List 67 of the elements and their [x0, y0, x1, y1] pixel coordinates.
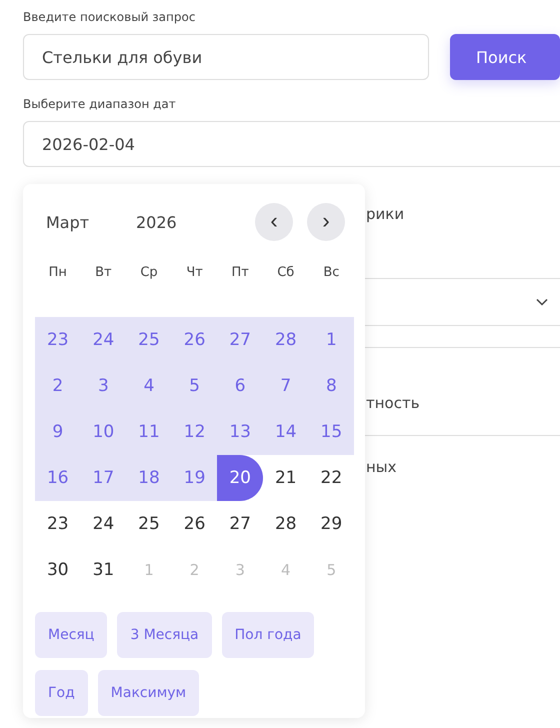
calendar-day[interactable]: 8 [308, 363, 354, 409]
weekday-label: Чт [185, 265, 204, 280]
calendar-day[interactable]: 15 [308, 409, 354, 455]
weekday-label: Сб [276, 265, 296, 280]
calendar-day[interactable]: 31 [80, 547, 126, 593]
search-button[interactable]: Поиск [450, 34, 560, 80]
calendar-day[interactable]: 26 [172, 501, 218, 547]
calendar-day[interactable]: 4 [126, 363, 172, 409]
calendar-day[interactable]: 30 [35, 547, 81, 593]
calendar-day[interactable]: 19 [172, 455, 218, 501]
calendar-day[interactable]: 2 [172, 547, 218, 593]
calendar-day[interactable]: 28 [262, 317, 309, 363]
calendar-day[interactable]: 11 [126, 409, 172, 455]
chevron-down-icon [536, 298, 548, 306]
search-field[interactable]: Стельки для обуви [23, 34, 429, 80]
range-preset-button[interactable]: Максимум [98, 670, 200, 716]
calendar-day[interactable]: 5 [308, 547, 354, 593]
weekday-label: Пт [230, 265, 250, 280]
calendar-day[interactable]: 10 [80, 409, 126, 455]
calendar-day[interactable]: 27 [217, 317, 263, 363]
calendar-day[interactable]: 25 [126, 501, 172, 547]
calendar-day[interactable]: 7 [262, 363, 309, 409]
calendar-day[interactable]: 26 [172, 317, 218, 363]
calendar-day[interactable]: 23 [35, 317, 81, 363]
field-label: Выберите диапазон дат [23, 97, 177, 113]
calendar-day[interactable]: 18 [126, 455, 172, 501]
section-label: тность [366, 394, 420, 412]
calendar-day[interactable]: 12 [172, 409, 218, 455]
calendar-day[interactable]: 16 [35, 455, 81, 501]
calendar-day[interactable]: 27 [217, 501, 263, 547]
calendar-day[interactable]: 28 [262, 501, 309, 547]
weekday-label: Пн [48, 265, 68, 280]
year-label[interactable]: 2026 [136, 212, 177, 232]
calendar-day[interactable]: 1 [308, 317, 354, 363]
weekday-label: Вс [322, 265, 340, 280]
range-preset-button[interactable]: 3 Месяца [117, 612, 212, 658]
calendar-day[interactable]: 23 [35, 501, 81, 547]
calendar-day[interactable]: 13 [217, 409, 263, 455]
calendar-day[interactable]: 22 [308, 455, 354, 501]
calendar-day[interactable]: 2 [35, 363, 81, 409]
weekday-label: Ср [139, 265, 159, 280]
weekday-label: Вт [94, 265, 113, 280]
calendar-day[interactable]: 3 [217, 547, 263, 593]
range-preset-button[interactable]: Пол года [222, 612, 314, 658]
field-label: Введите поисковый запрос [23, 10, 196, 26]
month-label[interactable]: Март [46, 212, 136, 232]
calendar-day[interactable]: 9 [35, 409, 81, 455]
calendar-day[interactable]: 14 [262, 409, 309, 455]
section-label: ных [366, 458, 397, 476]
calendar-day[interactable]: 25 [126, 317, 172, 363]
calendar-day[interactable]: 1 [126, 547, 172, 593]
calendar-day[interactable]: 4 [262, 547, 309, 593]
calendar-day[interactable]: 3 [80, 363, 126, 409]
calendar-day[interactable]: 24 [80, 317, 126, 363]
range-preset-button[interactable]: Год [35, 670, 88, 716]
calendar-day[interactable]: 6 [217, 363, 263, 409]
calendar-day[interactable]: 24 [80, 501, 126, 547]
range-preset-button[interactable]: Месяц [35, 612, 108, 658]
calendar-day[interactable]: 17 [80, 455, 126, 501]
section-label: рики [366, 205, 404, 223]
previous-month-button[interactable]: ‹ [255, 203, 293, 241]
next-month-button[interactable]: › [307, 203, 345, 241]
date-field[interactable]: 2026-02-04 [23, 121, 560, 167]
calendar-day[interactable]: 29 [308, 501, 354, 547]
calendar-day[interactable]: 21 [262, 455, 309, 501]
calendar-day[interactable]: 5 [172, 363, 218, 409]
calendar-day[interactable]: 20 [217, 455, 263, 501]
